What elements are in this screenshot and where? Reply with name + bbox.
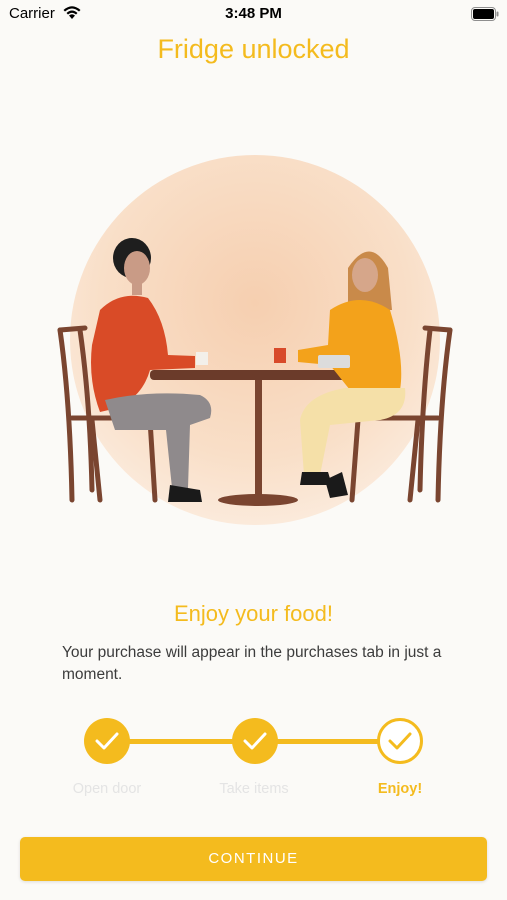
description: Your purchase will appear in the purchas… <box>62 644 442 683</box>
step-3-circle <box>377 718 423 764</box>
subtitle: Enjoy your food! <box>174 601 333 626</box>
page-title: Fridge unlocked <box>157 34 350 64</box>
people-at-table-illustration <box>57 155 453 525</box>
checkmark-icon <box>243 732 267 750</box>
step-2-circle <box>232 718 278 764</box>
step-2-label: Take items <box>219 781 289 797</box>
checkmark-icon <box>95 732 119 750</box>
battery-icon <box>471 7 499 21</box>
step-1-label: Open door <box>72 781 142 797</box>
progress-stepper: Open door Take items Enjoy! <box>0 716 507 806</box>
status-bar: Carrier 3:48 PM <box>0 0 507 30</box>
continue-button[interactable]: CONTINUE <box>20 837 487 881</box>
step-1-circle <box>84 718 130 764</box>
checkmark-icon <box>388 732 412 750</box>
step-3-label: Enjoy! <box>377 781 423 797</box>
clock: 3:48 PM <box>225 5 282 22</box>
